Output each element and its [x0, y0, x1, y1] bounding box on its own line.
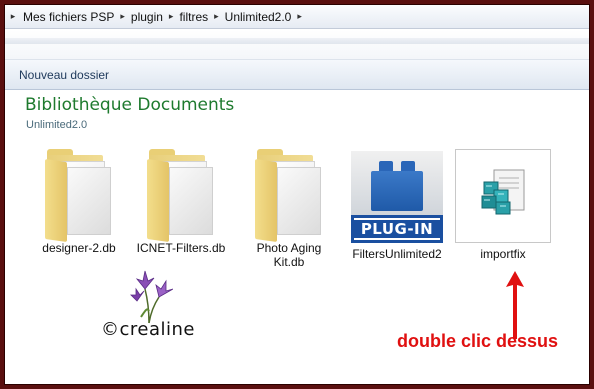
library-title: Bibliothèque Documents: [25, 95, 235, 115]
instruction-note: double clic dessus: [397, 331, 559, 351]
breadcrumb-separator-icon[interactable]: ▸: [214, 11, 219, 22]
breadcrumb-mes-fichiers-psp[interactable]: Mes fichiers PSP: [21, 10, 116, 24]
folder-icon: [255, 149, 323, 243]
command-toolbar: Nouveau dossier: [5, 60, 589, 90]
breadcrumb-separator-icon[interactable]: ▸: [169, 11, 174, 22]
library-subtitle: Unlimited2.0: [26, 119, 88, 131]
file-item-importfix[interactable]: importfix: [453, 149, 553, 261]
new-folder-button[interactable]: Nouveau dossier: [15, 65, 113, 85]
breadcrumb-plugin[interactable]: plugin: [129, 10, 165, 24]
red-arrow-up-icon: [506, 271, 524, 339]
file-label-line1: Photo Aging: [256, 241, 322, 255]
menu-strip: [5, 30, 589, 60]
folder-icon: [45, 149, 113, 243]
breadcrumb-unlimited[interactable]: Unlimited2.0: [223, 10, 294, 24]
address-bar[interactable]: ▸ Mes fichiers PSP ▸ plugin ▸ filtres ▸ …: [5, 5, 589, 29]
copyright-text: ©crealine: [101, 319, 195, 340]
file-item-designer[interactable]: designer-2.db: [29, 149, 129, 255]
flower-watermark-icon: [130, 270, 173, 324]
file-label: ICNET-Filters.db: [136, 241, 226, 255]
plugin-badge-text: PLUG-IN: [354, 218, 440, 240]
file-item-photo-aging-kit[interactable]: Photo Aging Kit.db: [239, 149, 339, 269]
explorer-window: ▸ Mes fichiers PSP ▸ plugin ▸ filtres ▸ …: [4, 4, 590, 385]
breadcrumb-separator-icon[interactable]: ▸: [120, 11, 125, 22]
plugin-icon: PLUG-IN: [351, 151, 443, 243]
file-label: FiltersUnlimited2: [352, 247, 442, 261]
file-label: importfix: [480, 247, 526, 261]
file-label-line2: Kit.db: [273, 255, 305, 269]
folder-icon: [147, 149, 215, 243]
nav-chevron-icon[interactable]: ▸: [8, 11, 18, 22]
file-item-filtersunlimited2[interactable]: PLUG-IN FiltersUnlimited2: [347, 151, 447, 261]
breadcrumb-filtres[interactable]: filtres: [177, 10, 210, 24]
file-label: designer-2.db: [42, 241, 116, 255]
file-item-icnet-filters[interactable]: ICNET-Filters.db: [131, 149, 231, 255]
registry-file-icon: [455, 149, 551, 243]
breadcrumb-separator-icon[interactable]: ▸: [297, 11, 302, 22]
